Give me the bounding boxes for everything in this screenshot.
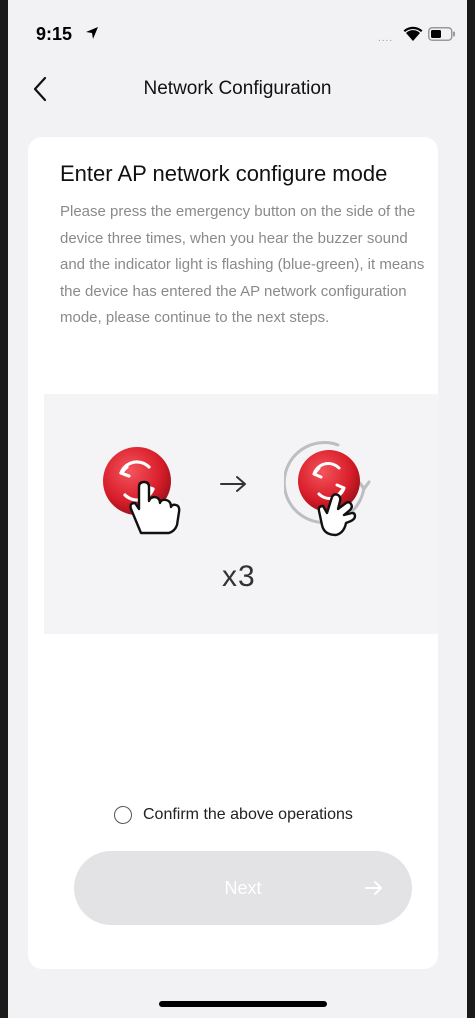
illustration-panel: x3 xyxy=(44,394,439,634)
next-button-label: Next xyxy=(224,878,262,898)
location-arrow-icon xyxy=(86,27,98,39)
navigation-bar: Network Configuration xyxy=(8,62,467,114)
status-bar: 9:15 .... xyxy=(8,0,467,62)
status-time: 9:15 xyxy=(36,24,73,44)
page-title: Network Configuration xyxy=(143,78,332,99)
phone-screen: 9:15 .... Network Configuration Enter AP… xyxy=(8,0,467,1018)
emergency-button-icon xyxy=(103,447,181,535)
wifi-icon xyxy=(403,26,423,41)
radio-circle-icon[interactable] xyxy=(114,806,132,824)
confirm-label: Confirm the above operations xyxy=(143,806,353,823)
battery-icon xyxy=(428,27,455,41)
card-title: Enter AP network configure mode xyxy=(60,161,388,186)
instruction-card: Enter AP network configure mode Please p… xyxy=(28,137,439,969)
signal-dots: .... xyxy=(378,33,394,44)
home-indicator[interactable] xyxy=(159,1001,327,1007)
arrow-right-icon xyxy=(220,476,246,492)
press-count-label: x3 xyxy=(222,560,256,593)
arrow-right-icon xyxy=(365,881,382,895)
card-description: Please press the emergency button on the… xyxy=(60,203,425,326)
rotating-ring-icon xyxy=(284,441,371,537)
next-button[interactable]: Next xyxy=(74,851,412,925)
